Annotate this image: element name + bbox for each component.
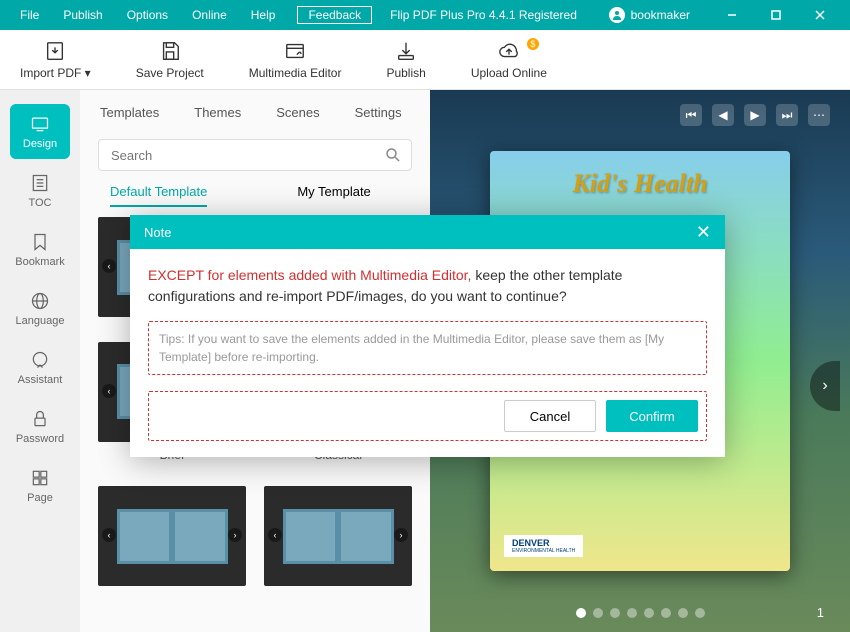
cancel-button[interactable]: Cancel: [504, 400, 596, 432]
dialog-title: Note: [144, 225, 171, 240]
modal-overlay: Note ✕ EXCEPT for elements added with Mu…: [0, 0, 850, 632]
dialog-close-icon[interactable]: ✕: [696, 222, 711, 243]
note-dialog: Note ✕ EXCEPT for elements added with Mu…: [130, 215, 725, 457]
confirm-button[interactable]: Confirm: [606, 400, 698, 432]
dialog-tips: Tips: If you want to save the elements a…: [148, 321, 707, 375]
dialog-message: EXCEPT for elements added with Multimedi…: [148, 265, 707, 307]
